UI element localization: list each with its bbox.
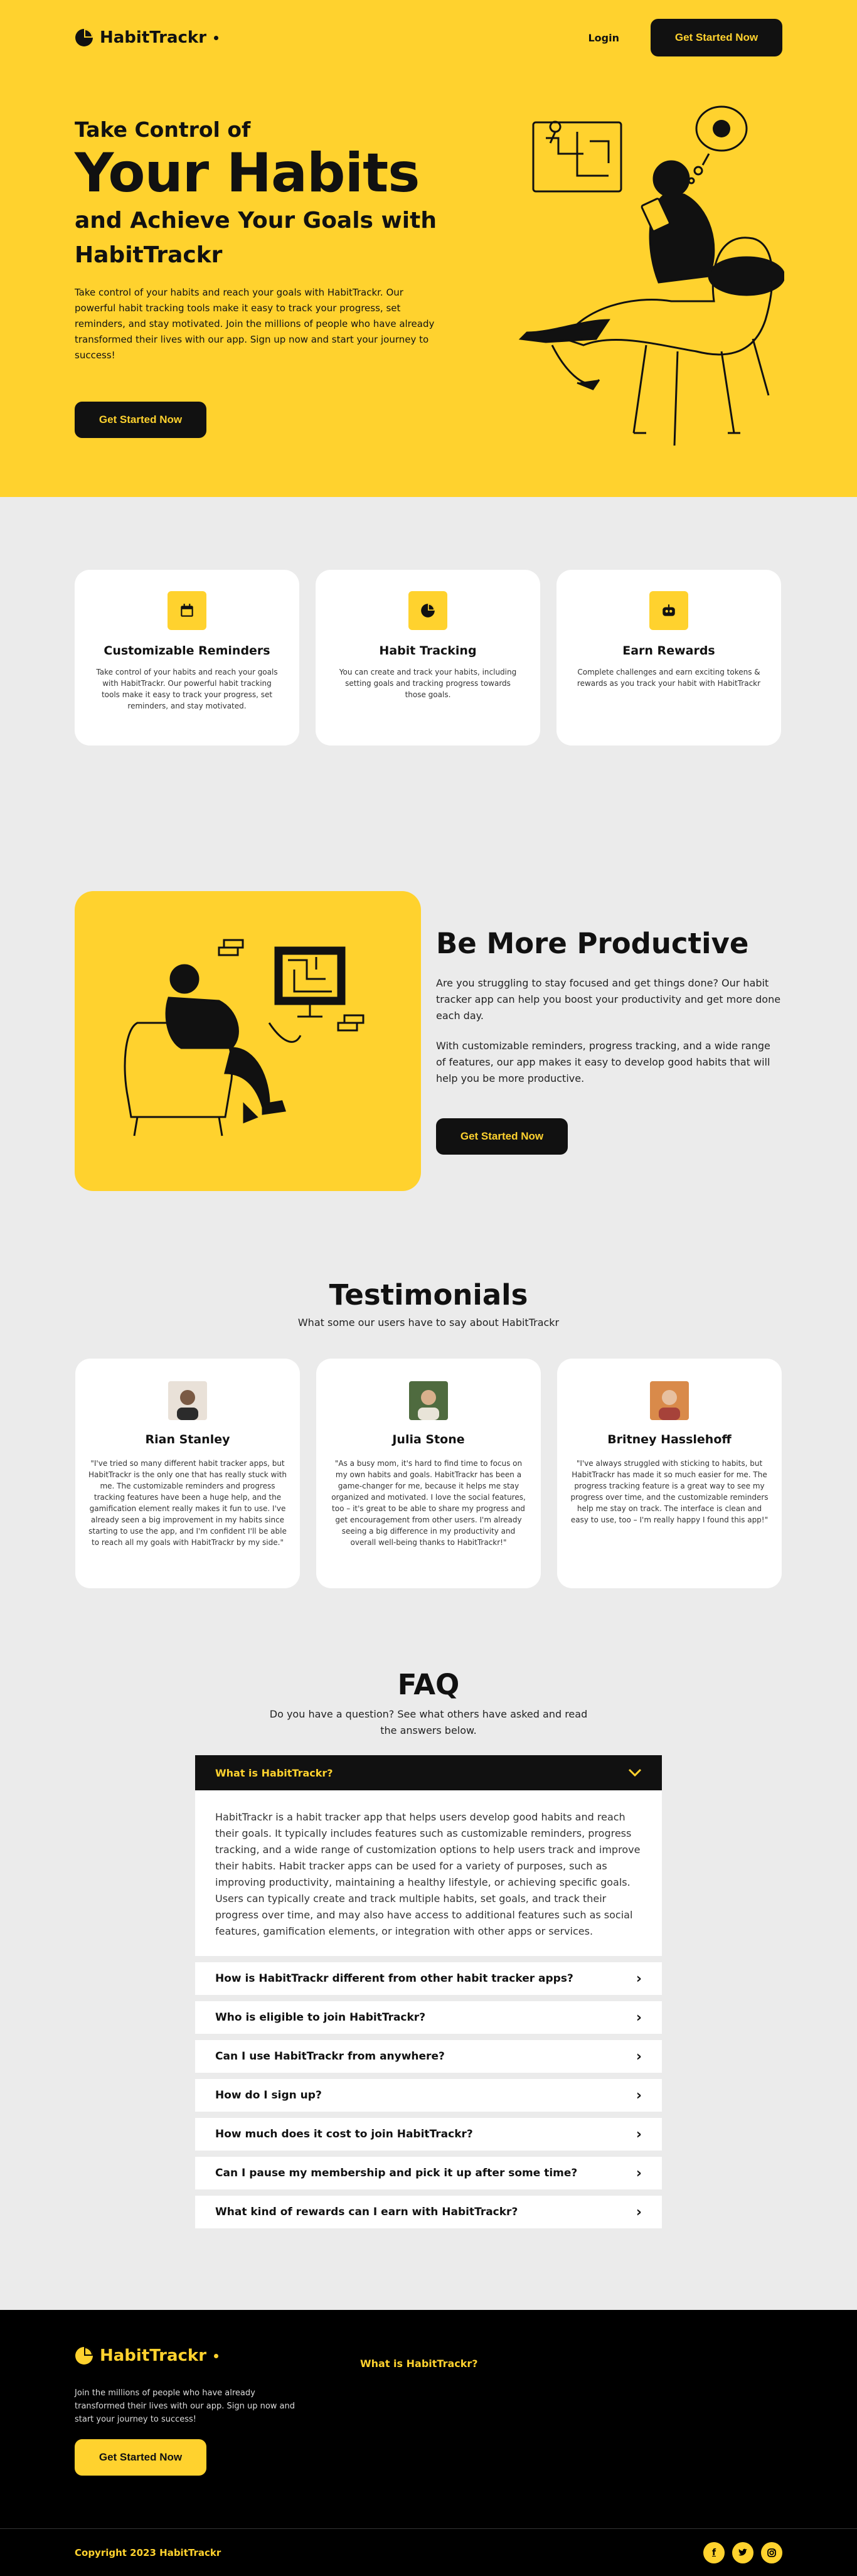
hero-text: Take Control of Your Habits and Achieve …	[75, 117, 439, 363]
testimonial-name: Britney Hasslehoff	[607, 1433, 732, 1446]
hero-heading-line4: HabitTrackr	[75, 242, 223, 268]
feature-card-reminders: Customizable Reminders Take control of y…	[75, 570, 299, 746]
testimonials-subtitle: What some our users have to say about Ha…	[297, 1317, 560, 1328]
testimonial-quote: "I've tried so many different habit trac…	[88, 1459, 287, 1547]
features-section: Customizable Reminders Take control of y…	[0, 497, 857, 816]
copyright: Copyright 2023 HabitTrackr	[75, 2547, 221, 2558]
faq-subtitle: Do you have a question? See what others …	[269, 1708, 588, 1736]
testimonial-card: Rian Stanley "I've tried so many differe…	[75, 1359, 300, 1588]
chevron-right-icon: ›	[636, 2048, 642, 2065]
footer-bottom-bar: Copyright 2023 HabitTrackr f	[0, 2528, 857, 2576]
faq-question-label: Who is eligible to join HabitTrackr?	[215, 2011, 426, 2024]
feature-card-rewards: Earn Rewards Complete challenges and ear…	[556, 570, 781, 746]
footer-link-what-is[interactable]: What is HabitTrackr?	[360, 2358, 478, 2370]
feature-text: You can create and track your habits, in…	[339, 668, 517, 699]
faq-question[interactable]: How do I sign up? ›	[195, 2079, 662, 2112]
productive-paragraph-1: Are you struggling to stay focused and g…	[436, 977, 781, 1022]
chevron-right-icon: ›	[636, 2204, 642, 2220]
hero-heading-line3: and Achieve Your Goals with	[75, 208, 437, 233]
hero-heading-line1: Take Control of	[75, 117, 251, 142]
logo[interactable]: HabitTrackr	[75, 28, 219, 47]
chevron-right-icon: ›	[636, 2009, 642, 2026]
testimonial-name: Rian Stanley	[145, 1433, 230, 1446]
top-nav: HabitTrackr Login Get Started Now	[75, 19, 782, 56]
twitter-icon[interactable]	[732, 2541, 753, 2563]
faq-question[interactable]: How much does it cost to join HabitTrack…	[195, 2118, 662, 2151]
faq-title: FAQ	[397, 1668, 460, 1701]
footer-logo[interactable]: HabitTrackr	[75, 2346, 219, 2365]
productive-paragraph-2: With customizable reminders, progress tr…	[436, 1040, 770, 1084]
productive-illustration	[124, 939, 365, 1136]
logo-text: HabitTrackr	[100, 2346, 207, 2365]
testimonials-section: Testimonials What some our users have to…	[0, 1205, 857, 1588]
logo-icon	[75, 29, 93, 46]
logo-dot	[214, 2353, 219, 2358]
login-link[interactable]: Login	[588, 32, 619, 44]
avatar	[650, 1381, 689, 1420]
robot-icon	[649, 591, 688, 630]
logo-dot	[214, 35, 219, 40]
faq-question-label: Can I use HabitTrackr from anywhere?	[215, 2050, 445, 2063]
footer-text: Join the millions of people who have alr…	[75, 2388, 295, 2424]
feature-card-tracking: Habit Tracking You can create and track …	[316, 570, 540, 746]
faq-question-label: How is HabitTrackr different from other …	[215, 1972, 573, 1985]
faq-question[interactable]: How is HabitTrackr different from other …	[195, 1962, 662, 1995]
hero-section: HabitTrackr Login Get Started Now Take C…	[0, 0, 857, 497]
testimonial-card: Julia Stone "As a busy mom, it's hard to…	[316, 1359, 541, 1588]
avatar	[409, 1381, 448, 1420]
feature-title: Earn Rewards	[622, 644, 715, 658]
productive-text: Be More Productive Are you struggling to…	[436, 926, 782, 1155]
pie-chart-icon	[408, 591, 447, 630]
calendar-icon	[168, 591, 206, 630]
nav-get-started-button[interactable]: Get Started Now	[651, 19, 782, 56]
feature-title: Customizable Reminders	[104, 644, 270, 658]
faq-question-label: How do I sign up?	[215, 2089, 322, 2102]
faq-question[interactable]: Who is eligible to join HabitTrackr? ›	[195, 2001, 662, 2034]
avatar	[168, 1381, 207, 1420]
faq-answer: HabitTrackr is a habit tracker app that …	[195, 1790, 662, 1956]
faq-question[interactable]: What kind of rewards can I earn with Hab…	[195, 2196, 662, 2228]
hero-get-started-button[interactable]: Get Started Now	[75, 402, 206, 438]
hero-heading-line2: Your Habits	[75, 142, 420, 205]
chevron-right-icon: ›	[636, 2165, 642, 2181]
feature-text: Take control of your habits and reach yo…	[96, 668, 278, 710]
chevron-down-icon	[628, 1768, 642, 1777]
feature-text: Complete challenges and earn exciting to…	[577, 668, 761, 688]
testimonial-quote: "As a busy mom, it's hard to find time t…	[331, 1459, 526, 1547]
productive-section: Be More Productive Are you struggling to…	[0, 816, 857, 1205]
faq-question-label: Can I pause my membership and pick it up…	[215, 2167, 578, 2179]
testimonials-title: Testimonials	[329, 1278, 528, 1312]
productive-get-started-button[interactable]: Get Started Now	[436, 1118, 568, 1155]
faq-question-label: How much does it cost to join HabitTrack…	[215, 2128, 473, 2140]
chevron-right-icon: ›	[636, 2087, 642, 2103]
chevron-right-icon: ›	[636, 1970, 642, 1987]
hero-illustration	[518, 105, 784, 446]
social-links: f	[703, 2541, 782, 2563]
faq-question-label: What kind of rewards can I earn with Hab…	[215, 2206, 518, 2218]
productive-illustration-panel	[75, 891, 421, 1191]
faq-question[interactable]: Can I use HabitTrackr from anywhere? ›	[195, 2040, 662, 2073]
chevron-right-icon: ›	[636, 2126, 642, 2142]
faq-list: What is HabitTrackr? HabitTrackr is a ha…	[195, 1755, 662, 2228]
footer-get-started-button[interactable]: Get Started Now	[75, 2439, 206, 2476]
instagram-icon[interactable]	[761, 2541, 782, 2563]
logo-icon	[75, 2347, 93, 2365]
faq-question[interactable]: Can I pause my membership and pick it up…	[195, 2157, 662, 2189]
productive-title: Be More Productive	[436, 927, 749, 960]
testimonial-quote: "I've always struggled with sticking to …	[570, 1459, 769, 1524]
testimonial-name: Julia Stone	[392, 1433, 465, 1446]
feature-title: Habit Tracking	[379, 644, 477, 658]
testimonial-card: Britney Hasslehoff "I've always struggle…	[557, 1359, 782, 1588]
footer: HabitTrackr Join the millions of people …	[0, 2310, 857, 2576]
faq-question-label: What is HabitTrackr?	[215, 1766, 333, 1779]
facebook-icon[interactable]: f	[703, 2541, 725, 2563]
faq-question-open[interactable]: What is HabitTrackr?	[195, 1755, 662, 1790]
faq-section: FAQ Do you have a question? See what oth…	[0, 1588, 857, 2310]
logo-text: HabitTrackr	[100, 28, 207, 47]
hero-paragraph: Take control of your habits and reach yo…	[75, 287, 435, 361]
